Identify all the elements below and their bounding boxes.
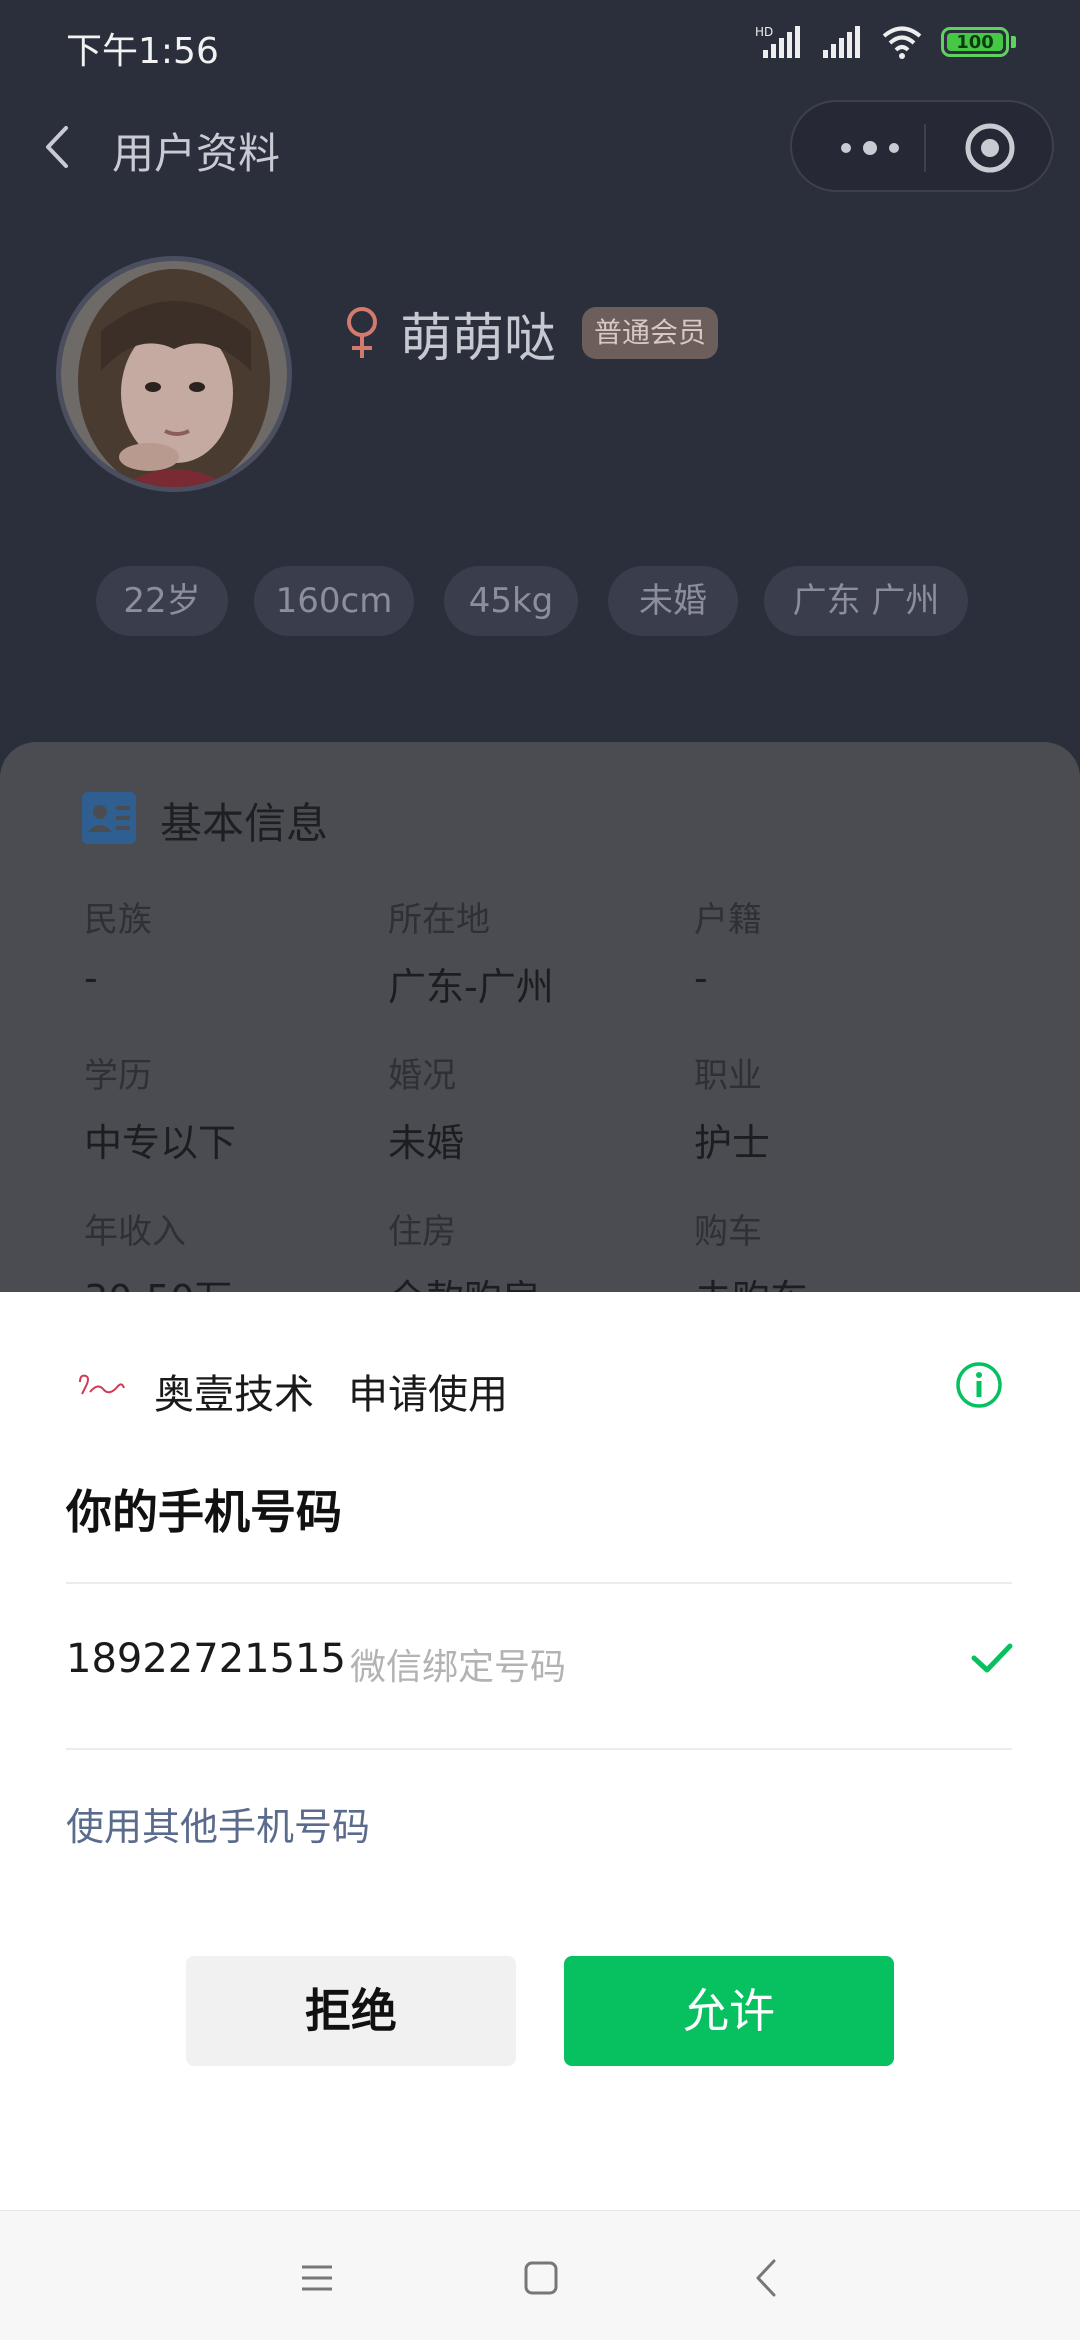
info-label-marital: 婚况 — [388, 1056, 456, 1096]
info-value-ethnicity: - — [84, 956, 98, 1000]
info-label-occupation: 职业 — [694, 1056, 762, 1096]
profile-tags: 22岁 160cm 45kg 未婚 广东 广州 — [96, 566, 996, 636]
battery-tip — [1011, 36, 1016, 48]
phone-option-row[interactable]: 18922721515 微信绑定号码 — [0, 1584, 1080, 1748]
capsule-divider — [924, 124, 926, 172]
menu-icon[interactable] — [292, 2253, 342, 2303]
hd-signal-icon: HD — [755, 25, 800, 58]
phone-hint: 微信绑定号码 — [350, 1647, 567, 1688]
avatar[interactable] — [56, 256, 292, 492]
screen: 下午1:56 HD 100 用户资料 萌萌哒 普通会员 22岁 160cm 45… — [0, 0, 1080, 2340]
status-time: 下午1:56 — [66, 31, 219, 72]
info-label-hukou: 户籍 — [694, 900, 762, 940]
signal-icon — [823, 26, 860, 58]
use-other-phone-link[interactable]: 使用其他手机号码 — [66, 1796, 370, 1851]
info-value-location: 广东-广州 — [388, 965, 554, 1009]
reject-button[interactable]: 拒绝 — [186, 1956, 516, 2066]
divider-bottom — [66, 1748, 1012, 1750]
info-value-education: 中专以下 — [84, 1121, 237, 1165]
battery-icon: 100 — [941, 27, 1009, 57]
back-arrow-icon[interactable] — [36, 120, 84, 174]
tag-marital: 未婚 — [608, 566, 738, 636]
request-text: 申请使用 — [348, 1372, 508, 1418]
info-value-occupation: 护士 — [694, 1121, 771, 1165]
check-icon — [971, 1643, 1013, 1673]
tag-weight: 45kg — [444, 566, 578, 636]
more-dots-icon[interactable] — [828, 120, 912, 176]
status-icons: HD 100 — [755, 24, 1016, 60]
info-value-marital: 未婚 — [388, 1121, 465, 1165]
phone-number: 18922721515 — [66, 1636, 346, 1682]
status-bar: 下午1:56 HD 100 — [0, 0, 1080, 90]
page-title: 用户资料 — [112, 129, 281, 178]
avatar-photo — [61, 261, 287, 487]
info-label-education: 学历 — [84, 1056, 152, 1096]
tag-height: 160cm — [254, 566, 414, 636]
member-badge: 普通会员 — [582, 307, 719, 359]
wifi-icon — [882, 26, 922, 59]
id-card-icon — [82, 792, 136, 844]
nickname: 萌萌哒 — [400, 309, 557, 369]
female-icon — [347, 307, 377, 358]
miniprogram-capsule — [790, 100, 1054, 192]
battery-level: 100 — [956, 31, 994, 53]
info-label-car: 购车 — [694, 1212, 762, 1252]
sheet-title: 你的手机号码 — [66, 1485, 342, 1539]
info-label-ethnicity: 民族 — [84, 900, 152, 940]
info-icon[interactable] — [954, 1360, 1004, 1410]
system-nav-bar — [0, 2210, 1080, 2340]
info-label-housing: 住房 — [388, 1212, 456, 1252]
allow-button[interactable]: 允许 — [564, 1956, 894, 2066]
hd-label: HD — [755, 25, 773, 39]
tag-age: 22岁 — [96, 566, 228, 636]
info-value-hukou: - — [694, 956, 708, 1000]
app-name: 奥壹技术 — [154, 1372, 314, 1418]
tag-location: 广东 广州 — [764, 566, 968, 636]
home-square-icon[interactable] — [516, 2253, 566, 2303]
app-logo — [79, 1374, 125, 1395]
info-label-income: 年收入 — [84, 1212, 186, 1252]
phone-auth-sheet: 奥壹技术 申请使用 你的手机号码 18922721515 微信绑定号码 使用其他… — [0, 1292, 1080, 2210]
info-label-location: 所在地 — [388, 900, 490, 940]
back-chevron-icon[interactable] — [742, 2253, 792, 2303]
card-title: 基本信息 — [160, 799, 329, 848]
target-circle-icon[interactable] — [962, 120, 1018, 176]
